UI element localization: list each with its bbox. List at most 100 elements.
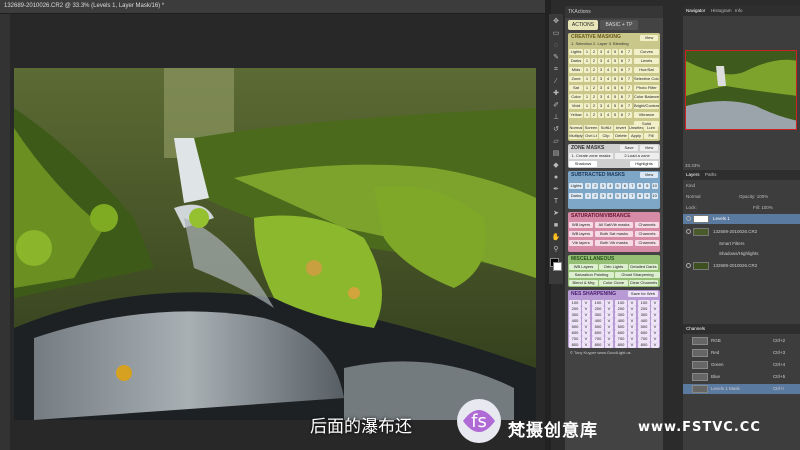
- fill-field[interactable]: Fill: 100%: [753, 205, 773, 210]
- blur-tool-icon[interactable]: ◆: [551, 162, 561, 170]
- cm-step-button[interactable]: 6: [619, 76, 625, 82]
- type-tool-icon[interactable]: T: [551, 198, 561, 206]
- tab-info[interactable]: Info: [735, 8, 743, 13]
- cm-adjustment-button[interactable]: Levels: [634, 58, 659, 64]
- cm-step-button[interactable]: 5: [612, 94, 618, 100]
- shape-tool-icon[interactable]: ■: [551, 222, 561, 230]
- lasso-tool-icon[interactable]: ◌: [551, 42, 561, 50]
- misc-button[interactable]: Ghost Sharpening: [615, 272, 660, 278]
- channel-row[interactable]: RGB Ctrl+2: [683, 336, 800, 346]
- channel-row[interactable]: Blue Ctrl+5: [683, 372, 800, 382]
- cm-step-button[interactable]: 4: [605, 67, 611, 73]
- misc-button[interactable]: WB Layers: [569, 264, 598, 270]
- cm-step-button[interactable]: 3: [598, 112, 604, 118]
- cm-step-button[interactable]: 4: [605, 103, 611, 109]
- cm-step-button[interactable]: 5: [612, 76, 618, 82]
- cm-step-button[interactable]: 1: [584, 58, 590, 64]
- sub-mask-button[interactable]: 1: [585, 183, 591, 189]
- sat-button[interactable]: Both Vib masks: [595, 240, 633, 246]
- cm-step-button[interactable]: 1: [584, 76, 590, 82]
- layer-kind-filter[interactable]: Kind: [686, 183, 695, 188]
- cm-step-button[interactable]: 5: [612, 49, 618, 55]
- cm-blend-button[interactable]: SoftLt: [599, 125, 613, 131]
- cm-step-button[interactable]: 3: [598, 76, 604, 82]
- tab-layers[interactable]: Layers: [686, 172, 700, 177]
- cm-step-button[interactable]: 2: [591, 58, 597, 64]
- misc-button[interactable]: Blend & Mrg: [569, 280, 598, 286]
- cm-step-button[interactable]: 6: [619, 58, 625, 64]
- nes-option-button[interactable]: V: [651, 342, 659, 348]
- cm-adjustment-button[interactable]: Selective Color: [634, 76, 659, 82]
- navigator-zoom[interactable]: 33.33%: [683, 162, 800, 170]
- quick-select-tool-icon[interactable]: ✎: [551, 54, 561, 62]
- tab-basic-tp[interactable]: BASIC + TP: [600, 20, 638, 30]
- channel-row[interactable]: Green Ctrl+4: [683, 360, 800, 370]
- cm-step-button[interactable]: 2: [591, 103, 597, 109]
- cm-adjustment-button[interactable]: Vibrance: [634, 112, 659, 118]
- tab-paths[interactable]: Paths: [705, 172, 717, 177]
- cm-blend-button[interactable]: Fill: [644, 133, 658, 139]
- sat-button[interactable]: Channels: [635, 222, 659, 228]
- cm-step-button[interactable]: 4: [605, 112, 611, 118]
- save-for-web-button[interactable]: Save for Web: [628, 291, 658, 297]
- cm-step-button[interactable]: 4: [605, 94, 611, 100]
- cm-step-button[interactable]: 5: [612, 85, 618, 91]
- zone-save-button[interactable]: Save: [620, 145, 638, 151]
- sat-button[interactable]: Channels: [635, 240, 659, 246]
- cm-row-label[interactable]: Yellow: [569, 112, 583, 118]
- cm-step-button[interactable]: 4: [605, 58, 611, 64]
- sub-mask-button[interactable]: 7: [629, 183, 636, 189]
- layer-row-smart-object[interactable]: 132689-2010026.CR2: [683, 227, 800, 237]
- visibility-eye-icon[interactable]: [686, 263, 691, 268]
- create-zone-masks-button[interactable]: 1. Create zone masks: [569, 153, 613, 159]
- cm-blend-button[interactable]: Delete: [614, 133, 628, 139]
- cm-step-button[interactable]: 4: [605, 49, 611, 55]
- zone-highlights-button[interactable]: Highlights: [630, 161, 658, 167]
- sat-button[interactable]: All Sat/Vib masks: [595, 222, 633, 228]
- cm-step-button[interactable]: 1: [584, 49, 590, 55]
- sub-mask-button[interactable]: 4: [607, 193, 614, 199]
- cm-blend-button[interactable]: Invert: [614, 125, 628, 131]
- zone-view-button[interactable]: View: [640, 145, 658, 151]
- sub-mask-button[interactable]: 2: [592, 193, 599, 199]
- cm-step-button[interactable]: 2: [591, 76, 597, 82]
- eraser-tool-icon[interactable]: ▱: [551, 138, 561, 146]
- cm-row-label[interactable]: Vivid: [569, 103, 583, 109]
- cm-adjustment-button[interactable]: Photo Filter: [634, 85, 659, 91]
- visibility-eye-icon[interactable]: [686, 229, 691, 234]
- cm-step-button[interactable]: 7: [626, 58, 632, 64]
- creative-view-button[interactable]: View: [640, 35, 658, 41]
- sub-mask-button[interactable]: 2: [592, 183, 599, 189]
- sub-mask-button[interactable]: 5: [614, 183, 621, 189]
- cm-blend-button[interactable]: Screen: [584, 125, 598, 131]
- gradient-tool-icon[interactable]: ▤: [551, 150, 561, 158]
- cm-step-button[interactable]: 6: [619, 94, 625, 100]
- cm-row-label[interactable]: Zone: [569, 76, 583, 82]
- cm-step-button[interactable]: 7: [626, 85, 632, 91]
- zone-shadows-button[interactable]: Shadows: [569, 161, 597, 167]
- cm-blend-button[interactable]: Ovrl.Lt: [584, 133, 598, 139]
- load-zone-button[interactable]: 2.Load a zone: [615, 153, 659, 159]
- cm-step-button[interactable]: 7: [626, 49, 632, 55]
- canvas-photo[interactable]: [14, 68, 536, 420]
- nes-option-button[interactable]: V: [582, 342, 590, 348]
- cm-step-button[interactable]: 3: [598, 67, 604, 73]
- nes-size-button[interactable]: 800: [638, 342, 650, 348]
- sub-mask-button[interactable]: 4: [607, 183, 614, 189]
- misc-button[interactable]: Color Clone: [599, 280, 628, 286]
- cm-step-button[interactable]: 4: [605, 76, 611, 82]
- cm-step-button[interactable]: 7: [626, 103, 632, 109]
- cm-step-button[interactable]: 5: [612, 58, 618, 64]
- cm-step-button[interactable]: 6: [619, 103, 625, 109]
- history-brush-tool-icon[interactable]: ↺: [551, 126, 561, 134]
- sat-button[interactable]: WB layers: [569, 231, 593, 237]
- cm-row-label[interactable]: Darks: [569, 58, 583, 64]
- sub-mask-button[interactable]: 8: [636, 183, 643, 189]
- sub-mask-button[interactable]: 7: [629, 193, 636, 199]
- cm-step-button[interactable]: 2: [591, 94, 597, 100]
- navigator-preview[interactable]: [685, 50, 797, 130]
- cm-step-button[interactable]: 2: [591, 67, 597, 73]
- layer-row-background[interactable]: 132689-2010026.CR2: [683, 261, 800, 271]
- cm-blend-button[interactable]: Apply: [629, 133, 643, 139]
- cm-step-button[interactable]: 6: [619, 67, 625, 73]
